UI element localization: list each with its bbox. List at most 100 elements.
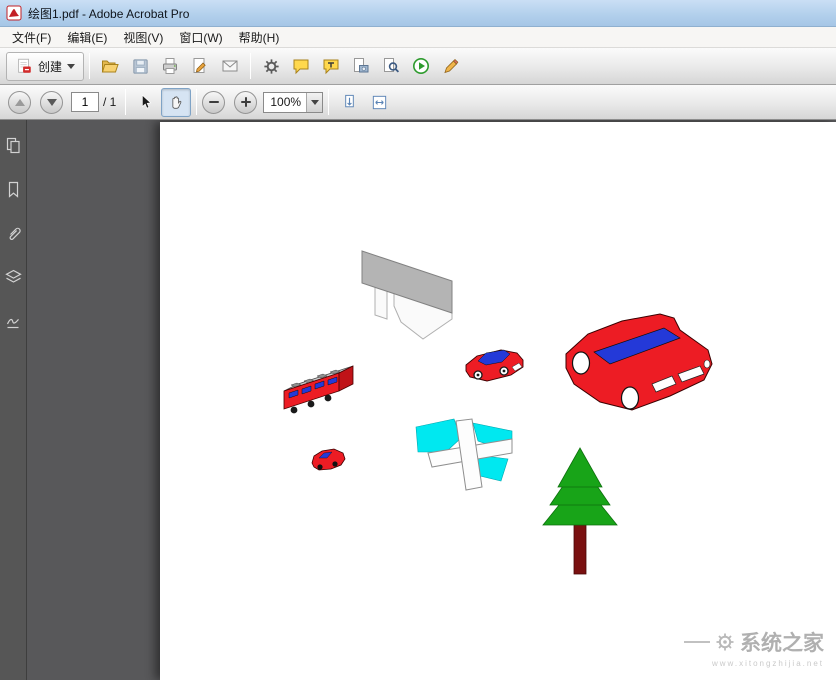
crossing-water: [416, 419, 461, 452]
billboard-drawing: [362, 251, 452, 339]
settings-button[interactable]: [256, 52, 286, 81]
search-icon: [381, 56, 401, 76]
printer-icon: [160, 56, 180, 76]
large-car-drawing: [566, 314, 712, 410]
menu-window[interactable]: 窗口(W): [171, 27, 230, 48]
watermark-dash: [684, 641, 710, 643]
email-button[interactable]: [215, 52, 245, 81]
menu-help[interactable]: 帮助(H): [231, 27, 288, 48]
nav-panel-strip: [0, 120, 27, 680]
small-car-hub: [477, 374, 480, 377]
edit-pencil-icon: [441, 56, 461, 76]
create-button[interactable]: 创建: [6, 52, 84, 81]
text-comment-icon: [321, 56, 341, 76]
window-title: 绘图1.pdf - Adobe Acrobat Pro: [28, 5, 189, 22]
signature-icon: [5, 313, 22, 330]
titlebar[interactable]: 绘图1.pdf - Adobe Acrobat Pro: [0, 0, 836, 27]
bookmarks-panel-button[interactable]: [1, 176, 25, 202]
fit-page-icon: [370, 93, 389, 112]
prev-page-button[interactable]: [8, 91, 31, 114]
convert-export-icon: [411, 56, 431, 76]
mini-car-drawing: [312, 449, 345, 470]
zoom-level-select[interactable]: 100%: [263, 92, 323, 113]
save-icon: [131, 57, 150, 76]
small-car-drawing: [466, 350, 523, 381]
toolbar-separator: [250, 53, 251, 79]
bus-wheel: [308, 401, 315, 408]
comment-button[interactable]: [286, 52, 316, 81]
toolbar-separator: [89, 53, 90, 79]
create-pdf-icon: [15, 57, 33, 75]
minus-icon: [209, 101, 219, 103]
chevron-down-icon: [311, 100, 319, 105]
chevron-down-icon: [67, 64, 75, 69]
layers-panel-button[interactable]: [1, 264, 25, 290]
zoom-level-value: 100%: [264, 95, 306, 109]
page-thumbnails-icon: [5, 137, 22, 154]
fit-page-button[interactable]: [364, 88, 394, 117]
large-car-headlight: [704, 360, 710, 368]
document-page[interactable]: 系统之家 www.xitongzhijia.net: [160, 122, 836, 680]
comment-bubble-icon: [291, 56, 311, 76]
hand-tool-icon: [167, 93, 185, 111]
toolbar-separator: [328, 89, 329, 115]
acrobat-window: 绘图1.pdf - Adobe Acrobat Pro 文件(F) 编辑(E) …: [0, 0, 836, 680]
gear-icon: [262, 57, 281, 76]
hand-tool-button[interactable]: [161, 88, 191, 117]
tree-trunk: [574, 525, 586, 574]
snapshot-button[interactable]: [346, 52, 376, 81]
pages-panel-button[interactable]: [1, 132, 25, 158]
scroll-mode-icon: [340, 93, 359, 112]
page-number-input[interactable]: [71, 92, 99, 112]
zoom-out-button[interactable]: [202, 91, 225, 114]
open-button[interactable]: [95, 52, 125, 81]
watermark-brand: 系统之家: [740, 627, 824, 657]
main-area: 系统之家 www.xitongzhijia.net: [0, 120, 836, 680]
mini-car-wheel: [332, 461, 337, 466]
search-button[interactable]: [376, 52, 406, 81]
menu-file[interactable]: 文件(F): [4, 27, 59, 48]
plus-icon: [241, 97, 251, 107]
convert-button[interactable]: [406, 52, 436, 81]
mini-car-body: [312, 449, 345, 470]
main-toolbar: 创建: [0, 48, 836, 85]
paperclip-icon: [5, 225, 22, 242]
acrobat-icon: [6, 5, 22, 21]
large-car-wheel: [622, 387, 639, 409]
menubar: 文件(F) 编辑(E) 视图(V) 窗口(W) 帮助(H): [0, 27, 836, 48]
large-car-wheel: [573, 352, 590, 374]
drawing-canvas: [160, 122, 836, 680]
layers-icon: [5, 269, 22, 286]
zoom-in-button[interactable]: [234, 91, 257, 114]
text-comment-button[interactable]: [316, 52, 346, 81]
sign-pen-icon: [190, 56, 210, 76]
select-tool-button[interactable]: [131, 88, 161, 117]
zoom-dropdown-button[interactable]: [306, 93, 322, 112]
document-area: 系统之家 www.xitongzhijia.net: [27, 120, 836, 680]
watermark-gear-icon: [715, 632, 735, 652]
next-page-button[interactable]: [40, 91, 63, 114]
road-crossing-drawing: [416, 419, 512, 490]
pine-tree-drawing: [543, 448, 617, 574]
signatures-panel-button[interactable]: [1, 308, 25, 334]
sign-button[interactable]: [185, 52, 215, 81]
arrow-down-icon: [47, 99, 57, 106]
menu-edit[interactable]: 编辑(E): [59, 27, 115, 48]
save-button[interactable]: [125, 52, 155, 81]
edit-button[interactable]: [436, 52, 466, 81]
bookmark-icon: [5, 181, 22, 198]
nav-toolbar: / 1 100%: [0, 85, 836, 120]
mini-car-wheel: [317, 464, 322, 469]
watermark-row: 系统之家: [684, 627, 824, 657]
watermark-site: www.xitongzhijia.net: [712, 659, 824, 668]
print-button[interactable]: [155, 52, 185, 81]
bus-wheel: [291, 407, 298, 414]
scroll-mode-button[interactable]: [334, 88, 364, 117]
page-total-label: / 1: [103, 95, 116, 109]
small-car-hub: [503, 370, 506, 373]
arrow-up-icon: [15, 99, 25, 106]
attachments-panel-button[interactable]: [1, 220, 25, 246]
create-button-label: 创建: [38, 58, 62, 75]
open-folder-icon: [100, 56, 120, 76]
menu-view[interactable]: 视图(V): [115, 27, 171, 48]
